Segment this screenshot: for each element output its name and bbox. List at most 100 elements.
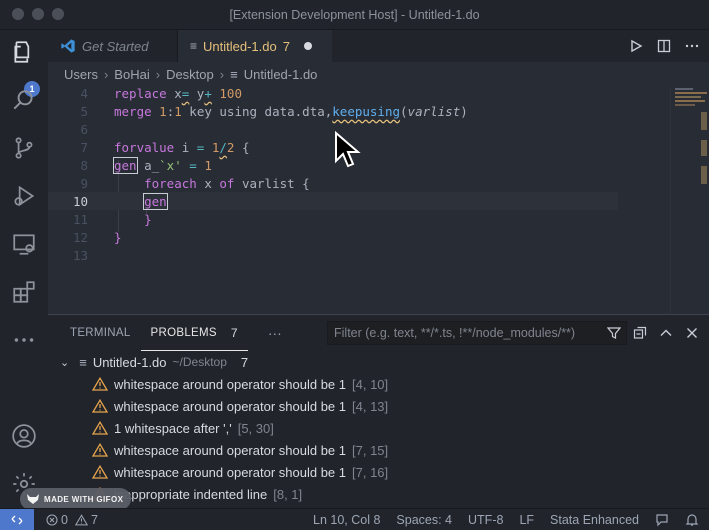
breadcrumb-item[interactable]: Desktop [166, 67, 214, 82]
vscode-logo-icon [61, 39, 75, 53]
code-text: gen a_`x' = 1 [113, 156, 212, 174]
code-text: replace x= y+ 100 [114, 85, 242, 101]
problems-count-badge: 7 [230, 325, 238, 340]
problems-file-count: 7 [240, 354, 249, 370]
problems-file-name: Untitled-1.do [92, 354, 167, 370]
explorer-icon[interactable] [10, 38, 38, 66]
problem-item[interactable]: whitespace around operator should be 1 [… [92, 461, 388, 483]
minimap-line [675, 104, 695, 106]
account-icon[interactable] [10, 422, 38, 450]
code-line[interactable]: 6 [48, 120, 618, 138]
status-bar: 0 7 Ln 10, Col 8 Spaces: 4 UTF-8 LF Stat… [0, 508, 709, 530]
window-controls[interactable] [12, 8, 64, 20]
problem-location: [8, 1] [273, 486, 303, 502]
language-mode[interactable]: Stata Enhanced [550, 513, 639, 527]
title-bar: [Extension Development Host] - Untitled-… [0, 0, 709, 30]
problem-location: [7, 15] [352, 442, 389, 458]
feedback-icon[interactable] [655, 513, 669, 527]
problem-item[interactable]: whitespace around operator should be 1 [… [92, 373, 388, 395]
problem-location: [4, 13] [352, 398, 389, 414]
line-number: 5 [80, 103, 88, 119]
watermark-text: MADE WITH GIFOX [44, 494, 124, 504]
problem-item[interactable]: whitespace around operator should be 1 [… [92, 439, 388, 461]
file-lines-icon: ≡ [230, 66, 238, 82]
code-line[interactable]: 13 [48, 246, 618, 264]
minimize-window-button[interactable] [32, 8, 44, 20]
minimap-warning-marker [701, 112, 707, 130]
close-panel-icon[interactable] [685, 326, 699, 340]
line-number: 6 [80, 121, 88, 137]
close-window-button[interactable] [12, 8, 24, 20]
warning-count: 7 [90, 512, 98, 527]
tab-untitled-1[interactable]: ≡ Untitled-1.do 7 [178, 30, 332, 62]
breadcrumb-item[interactable]: Users [64, 67, 98, 82]
maximize-panel-icon[interactable] [659, 326, 673, 340]
code-line[interactable]: 12 } [48, 228, 618, 246]
tab-get-started[interactable]: Get Started [48, 30, 178, 62]
problems-filter-input[interactable]: Filter (e.g. text, **/*.ts, !**/node_mod… [327, 321, 627, 345]
line-ending[interactable]: LF [519, 513, 534, 527]
search-icon[interactable] [10, 86, 38, 114]
problem-item[interactable]: whitespace around operator should be 1 [… [92, 395, 388, 417]
warning-icon [92, 465, 108, 479]
breadcrumb-item[interactable]: Untitled-1.do [244, 67, 318, 82]
problem-message: whitespace around operator should be 1 [114, 442, 346, 458]
file-lines-icon: ≡ [79, 354, 87, 370]
cursor-position[interactable]: Ln 10, Col 8 [313, 513, 380, 527]
code-line[interactable]: 8 gen a_`x' = 1 [48, 156, 618, 174]
line-number: 8 [80, 157, 88, 173]
code-line[interactable]: 7 forvalue i = 1/2 { [48, 138, 618, 156]
collapse-all-icon[interactable] [633, 326, 647, 340]
problem-message: 1 whitespace after ',' [114, 420, 232, 436]
minimap-line [675, 92, 707, 94]
code-line[interactable]: 5 merge 1:1 key using data.dta,keepusing… [48, 102, 618, 120]
unsaved-dot-icon[interactable] [303, 42, 312, 50]
warning-icon [92, 399, 108, 413]
problem-message: whitespace around operator should be 1 [114, 398, 346, 414]
minimap-warning-marker [701, 166, 707, 184]
more-views-icon[interactable] [10, 326, 38, 354]
problems-status[interactable]: 0 7 [46, 513, 98, 527]
file-encoding[interactable]: UTF-8 [468, 513, 503, 527]
line-number: 10 [72, 193, 88, 209]
panel-actions [607, 321, 699, 345]
editor-tabs: Get Started ≡ Untitled-1.do 7 [48, 30, 709, 62]
problems-file-group[interactable]: ⌄ ≡ Untitled-1.do ~/Desktop 7 [60, 351, 248, 373]
line-number: 11 [72, 211, 88, 227]
remote-indicator-icon[interactable] [0, 508, 34, 530]
problem-message: inappropriate indented line [114, 486, 268, 502]
minimap-warning-marker [701, 140, 707, 156]
tab-problems[interactable]: PROBLEMS 7 [140, 315, 248, 351]
code-line[interactable]: 11 } [48, 210, 618, 228]
more-actions-icon[interactable] [685, 39, 699, 53]
code-text: merge 1:1 key using data.dta,keepusing(v… [114, 103, 468, 119]
split-editor-icon[interactable] [657, 39, 671, 53]
tab-terminal[interactable]: TERMINAL [60, 315, 141, 351]
warning-icon [92, 443, 108, 457]
indentation-setting[interactable]: Spaces: 4 [396, 513, 452, 527]
chevron-right-icon: › [219, 66, 225, 82]
problem-message: whitespace around operator should be 1 [114, 376, 346, 392]
filter-funnel-icon[interactable] [607, 326, 621, 340]
code-line-current[interactable]: 10 gen [48, 192, 618, 210]
line-number: 9 [80, 175, 88, 191]
code-line[interactable]: 4 replace x= y+ 100 [48, 84, 618, 102]
more-panels-icon[interactable]: ··· [268, 325, 282, 341]
chevron-right-icon: › [155, 66, 161, 82]
code-line[interactable]: 9 foreach x of varlist { [48, 174, 618, 192]
chevron-down-icon: ⌄ [60, 356, 70, 369]
warning-icon [74, 513, 88, 525]
breadcrumb-item[interactable]: BoHai [114, 67, 149, 82]
maximize-window-button[interactable] [52, 8, 64, 20]
problem-item[interactable]: 1 whitespace after ',' [5, 30] [92, 417, 274, 439]
source-control-icon[interactable] [10, 134, 38, 162]
minimap[interactable] [670, 86, 708, 314]
warning-icon [92, 377, 108, 391]
run-debug-icon[interactable] [10, 182, 38, 210]
remote-explorer-icon[interactable] [10, 230, 38, 258]
extensions-icon[interactable] [10, 278, 38, 306]
notifications-bell-icon[interactable] [685, 513, 699, 527]
activity-bar: 1 [0, 30, 48, 508]
run-play-icon[interactable] [629, 39, 643, 53]
code-editor[interactable]: 4 replace x= y+ 100 5 merge 1:1 key usin… [48, 86, 709, 314]
